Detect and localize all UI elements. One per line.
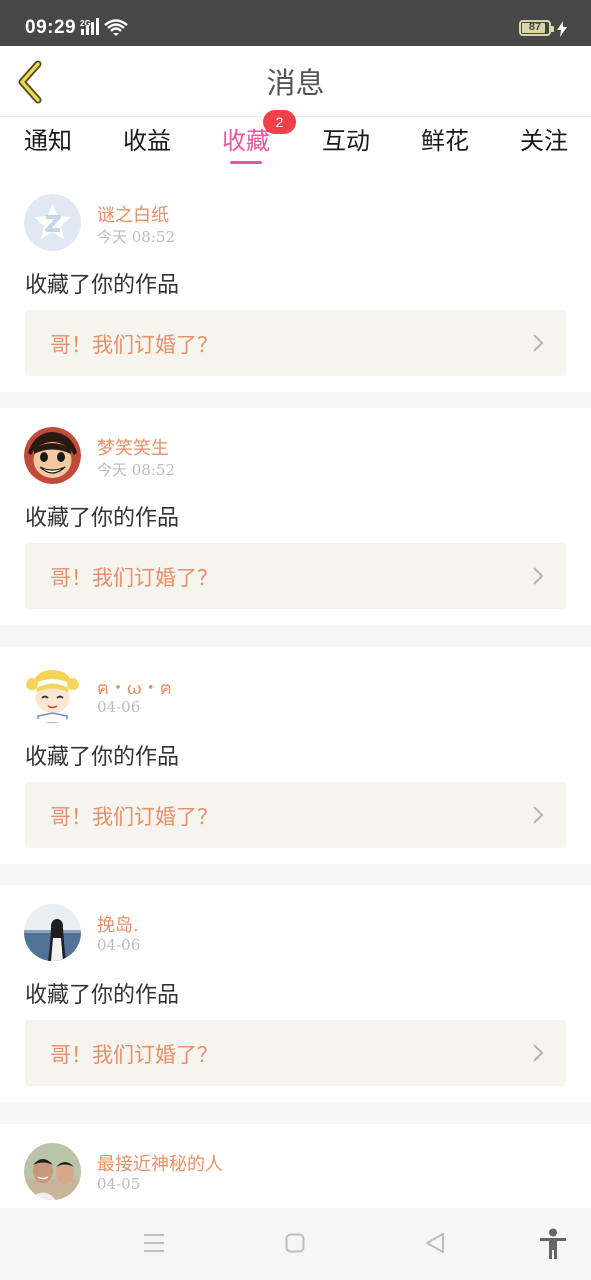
cartoon-avatar-icon <box>24 666 81 723</box>
message-time: 04-05 <box>97 1175 141 1193</box>
work-link[interactable]: 哥！我们订婚了？ <box>25 310 566 376</box>
avatar[interactable] <box>24 427 81 484</box>
work-link[interactable]: 哥！我们订婚了？ <box>25 1020 566 1086</box>
message-time: 今天 08:52 <box>97 461 175 479</box>
work-link[interactable]: 哥！我们订婚了？ <box>25 543 566 609</box>
battery-icon: 87 <box>519 20 554 36</box>
status-time: 09:29 <box>25 17 77 38</box>
user-name[interactable]: 梦笑笑生 <box>97 434 169 460</box>
work-title: 哥！我们订婚了？ <box>50 1043 218 1067</box>
tab-follows[interactable]: 关注 <box>520 121 568 156</box>
message-text: 收藏了你的作品 <box>25 273 180 298</box>
user-name[interactable]: 谜之白纸 <box>97 201 169 227</box>
avatar[interactable] <box>24 904 81 961</box>
page-title: 消息 <box>266 66 325 100</box>
favorites-count-badge: 2 <box>263 110 296 134</box>
tab-interactions[interactable]: 互动 <box>322 121 370 156</box>
chevron-right-icon <box>533 806 544 824</box>
avatar[interactable] <box>24 666 81 723</box>
list-item: 梦笑笑生 今天 08:52 收藏了你的作品 哥！我们订婚了？ <box>0 408 591 625</box>
active-tab-indicator <box>230 161 262 164</box>
work-title: 哥！我们订婚了？ <box>50 333 218 357</box>
user-photo-icon <box>24 427 81 484</box>
avatar[interactable] <box>24 194 81 251</box>
message-time: 04-06 <box>97 698 141 716</box>
chevron-right-icon <box>533 567 544 585</box>
signal-wifi-icons: 2G <box>80 17 140 41</box>
network-type-label: 2G <box>80 19 91 28</box>
work-title: 哥！我们订婚了？ <box>50 566 218 590</box>
charging-icon <box>557 21 567 37</box>
tab-notifications[interactable]: 通知 <box>24 121 72 156</box>
back-triangle-icon[interactable] <box>424 1232 446 1254</box>
user-name[interactable]: 挽岛. <box>97 911 139 937</box>
system-nav-bar <box>0 1208 591 1280</box>
message-time: 04-06 <box>97 936 141 954</box>
tab-bar: 通知 收益 收藏 2 互动 鲜花 关注 <box>0 110 591 175</box>
work-link[interactable]: 哥！我们订婚了？ <box>25 782 566 848</box>
message-text: 收藏了你的作品 <box>25 983 180 1008</box>
home-square-icon[interactable] <box>285 1233 305 1253</box>
user-name[interactable]: 最接近神秘的人 <box>97 1150 223 1176</box>
chevron-right-icon <box>533 334 544 352</box>
message-text: 收藏了你的作品 <box>25 745 180 770</box>
message-text: 收藏了你的作品 <box>25 506 180 531</box>
message-time: 今天 08:52 <box>97 228 175 246</box>
accessibility-icon[interactable] <box>539 1228 567 1260</box>
chevron-right-icon <box>533 1044 544 1062</box>
header: 消息 <box>0 46 591 117</box>
status-bar: 09:29 2G 87 <box>0 0 591 46</box>
list-item: 谜之白纸 今天 08:52 收藏了你的作品 哥！我们订婚了？ <box>0 175 591 392</box>
tab-favorites-label: 收藏 <box>222 127 270 155</box>
user-photo-icon <box>24 1143 81 1200</box>
list-item: ฅ・ω・ฅ 04-06 收藏了你的作品 哥！我们订婚了？ <box>0 647 591 864</box>
tab-earnings[interactable]: 收益 <box>123 121 171 156</box>
user-photo-icon <box>24 904 81 961</box>
menu-icon[interactable] <box>143 1233 165 1253</box>
work-title: 哥！我们订婚了？ <box>50 805 218 829</box>
list-item: 挽岛. 04-06 收藏了你的作品 哥！我们订婚了？ <box>0 885 591 1102</box>
tab-flowers[interactable]: 鲜花 <box>421 121 469 156</box>
default-avatar-icon <box>24 194 81 251</box>
avatar[interactable] <box>24 1143 81 1200</box>
battery-percent: 87 <box>528 21 542 33</box>
